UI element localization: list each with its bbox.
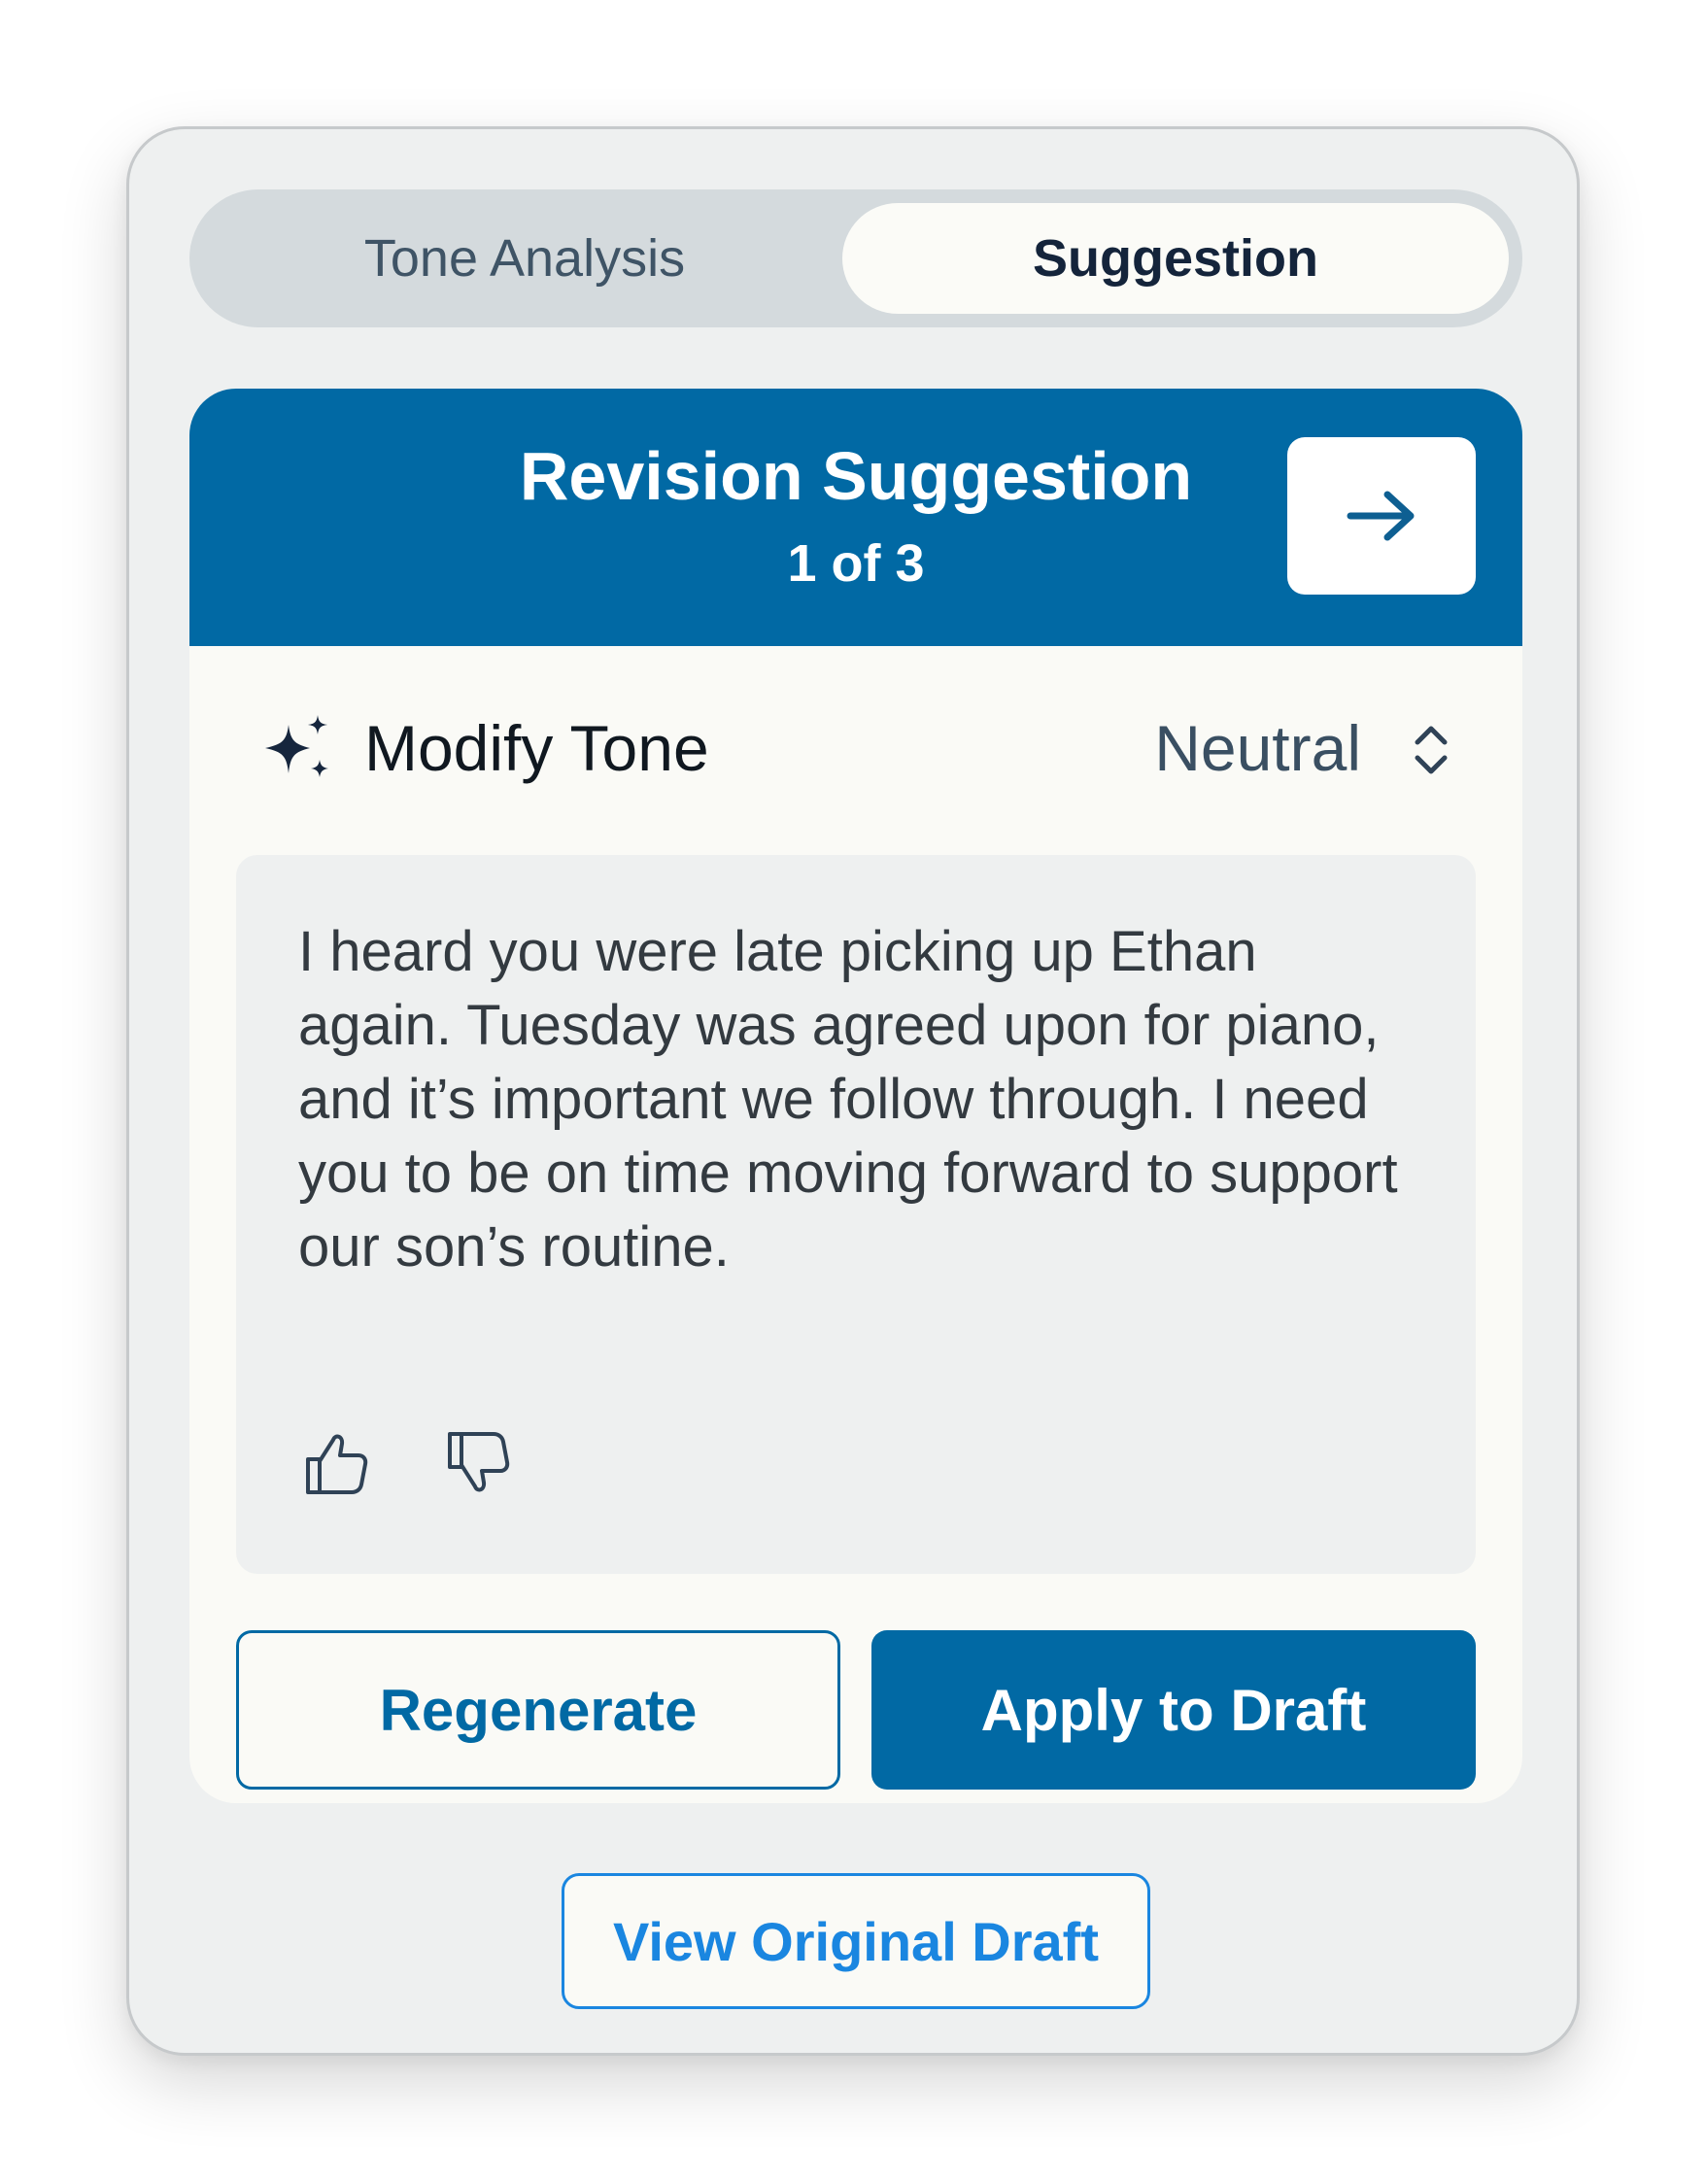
suggestion-panel: Tone Analysis Suggestion Revision Sugges… xyxy=(126,126,1580,2056)
tab-switcher: Tone Analysis Suggestion xyxy=(189,189,1522,327)
card-header: Revision Suggestion 1 of 3 xyxy=(189,389,1522,646)
chevron-up-down-icon xyxy=(1415,726,1448,774)
tab-suggestion[interactable]: Suggestion xyxy=(842,203,1509,314)
next-suggestion-button[interactable] xyxy=(1287,437,1476,595)
revision-card: Revision Suggestion 1 of 3 Modify Tone N… xyxy=(189,389,1522,1803)
apply-to-draft-button[interactable]: Apply to Draft xyxy=(871,1630,1476,1790)
regenerate-button[interactable]: Regenerate xyxy=(236,1630,840,1790)
tab-tone-analysis[interactable]: Tone Analysis xyxy=(189,189,860,327)
thumbs-down-icon[interactable] xyxy=(440,1426,514,1500)
modify-tone-row: Modify Tone Neutral xyxy=(263,700,1458,797)
tone-select[interactable]: Neutral xyxy=(1109,700,1458,797)
sparkles-icon xyxy=(265,715,328,777)
view-original-draft-button[interactable]: View Original Draft xyxy=(562,1873,1150,2009)
tone-select-value: Neutral xyxy=(1154,712,1361,784)
modify-tone-label: Modify Tone xyxy=(364,712,709,784)
arrow-right-icon xyxy=(1347,491,1415,541)
suggestion-text-box: I heard you were late picking up Ethan a… xyxy=(236,855,1476,1574)
suggestion-text: I heard you were late picking up Ethan a… xyxy=(298,920,1398,1279)
thumbs-up-icon[interactable] xyxy=(298,1426,372,1500)
